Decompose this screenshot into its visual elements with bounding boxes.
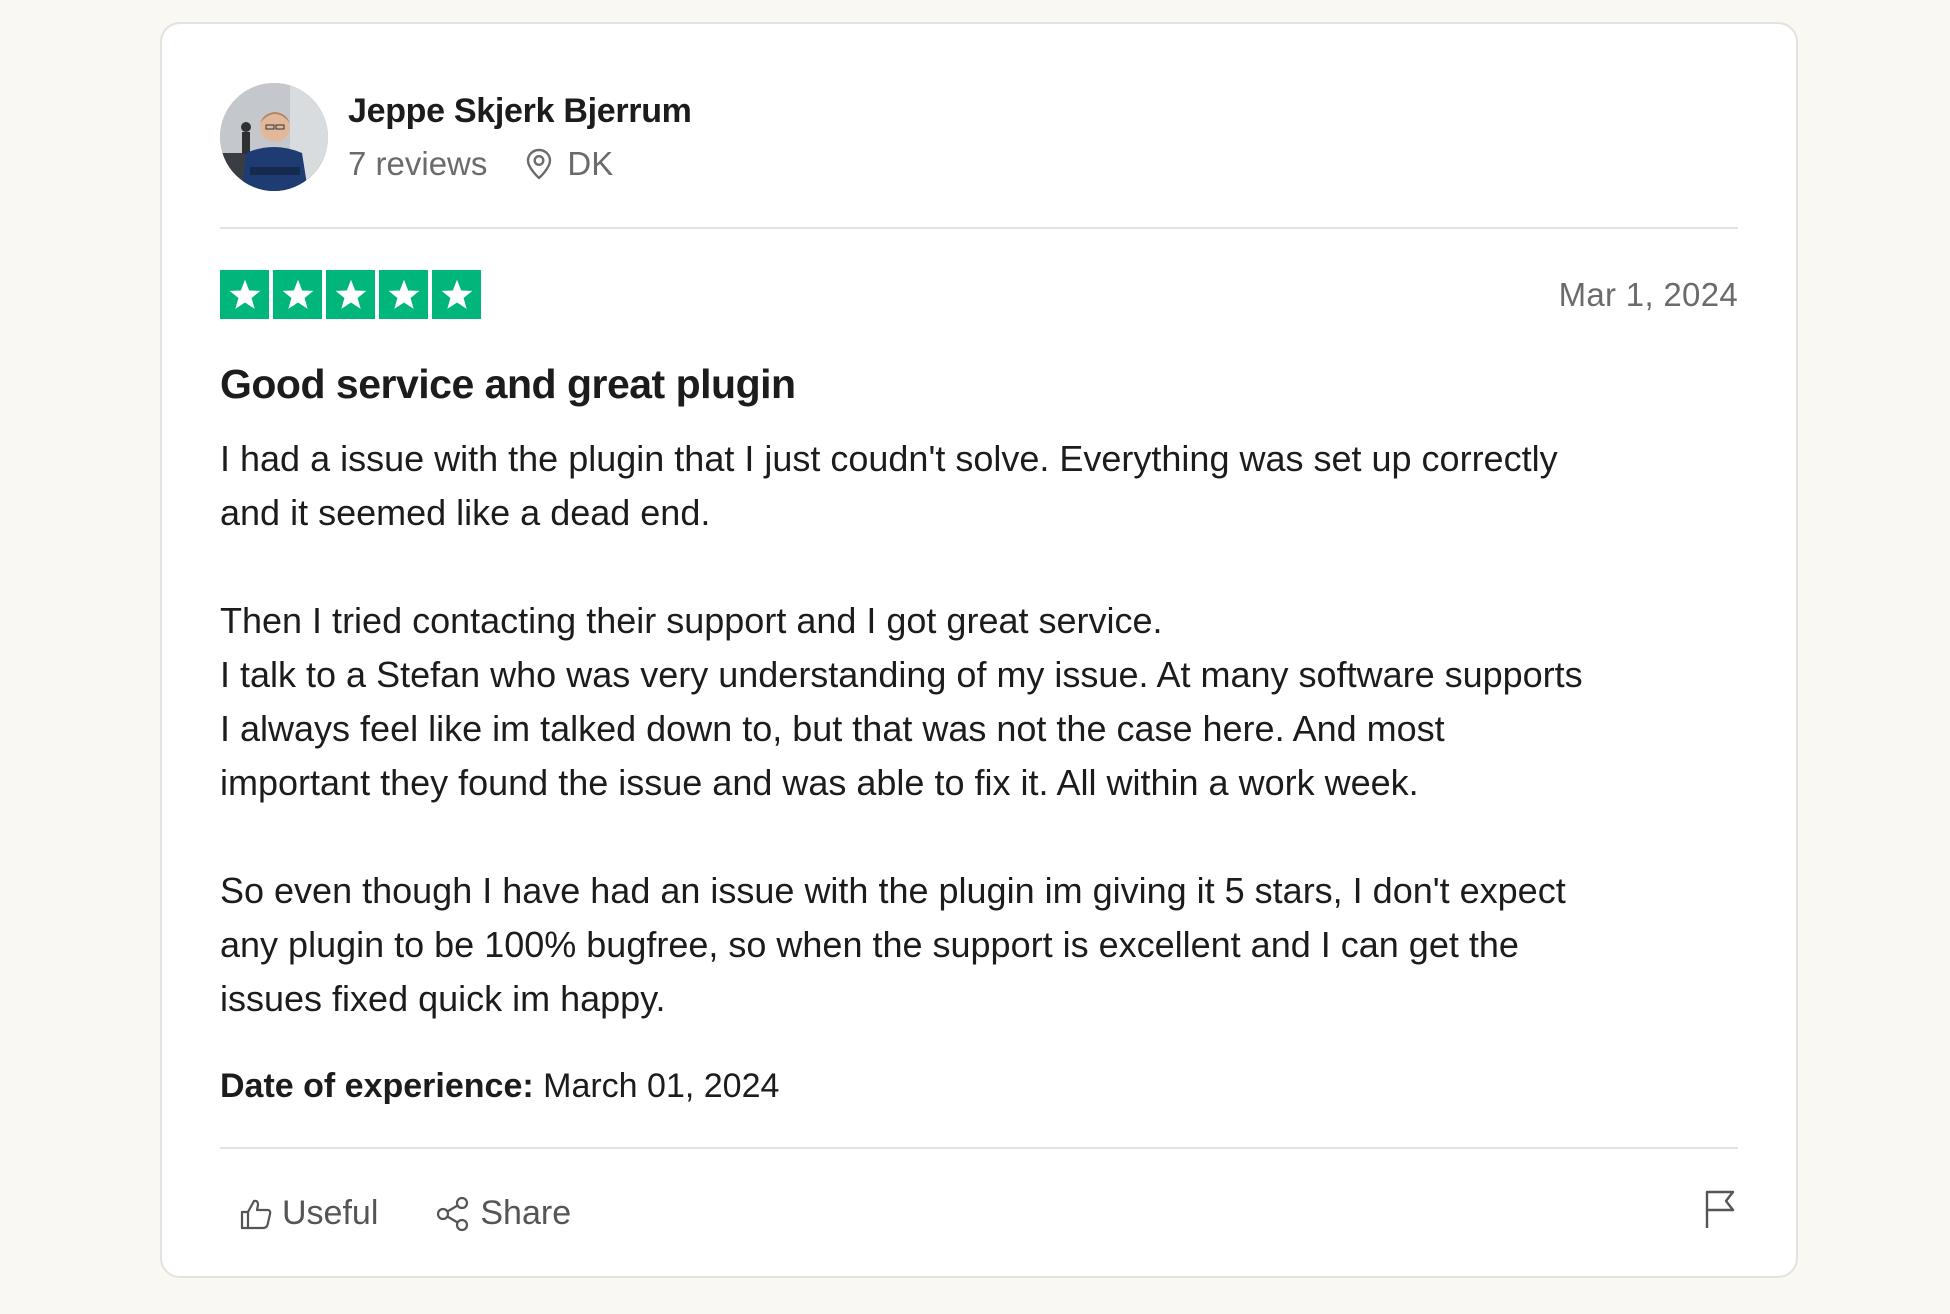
review-card: Jeppe Skjerk Bjerrum 7 reviews DK Mar 1,…: [160, 22, 1798, 1278]
reviewer-header: Jeppe Skjerk Bjerrum 7 reviews DK: [220, 82, 692, 192]
review-body: I had a issue with the plugin that I jus…: [220, 432, 1750, 1026]
star-icon: [379, 270, 428, 319]
reviewer-avatar[interactable]: [220, 83, 328, 191]
review-paragraph: Then I tried contacting their support an…: [220, 600, 1583, 803]
useful-label: Useful: [282, 1194, 379, 1232]
reviewer-reviews-count: 7 reviews: [348, 145, 488, 182]
share-label: Share: [480, 1194, 572, 1232]
share-button[interactable]: Share: [434, 1194, 571, 1233]
flag-icon: [1702, 1190, 1738, 1234]
date-of-experience: Date of experience: March 01, 2024: [220, 1067, 779, 1106]
reviewer-meta: Jeppe Skjerk Bjerrum 7 reviews DK: [348, 91, 692, 183]
header-divider: [220, 227, 1738, 229]
share-icon: [434, 1195, 472, 1233]
thumbs-up-icon: [238, 1196, 274, 1232]
star-icon: [432, 270, 481, 319]
location-pin-icon: [525, 148, 553, 180]
footer-divider: [220, 1147, 1738, 1149]
report-flag-button[interactable]: [1702, 1188, 1738, 1235]
reviewer-stats: 7 reviews DK: [348, 145, 692, 183]
star-rating: [220, 270, 481, 319]
experience-label: Date of experience:: [220, 1067, 534, 1105]
star-icon: [326, 270, 375, 319]
reviewer-name[interactable]: Jeppe Skjerk Bjerrum: [348, 91, 692, 131]
review-title: Good service and great plugin: [220, 361, 796, 407]
review-paragraph: I had a issue with the plugin that I jus…: [220, 438, 1558, 533]
review-date: Mar 1, 2024: [1558, 276, 1738, 313]
reviewer-country: DK: [567, 145, 614, 182]
star-icon: [220, 270, 269, 319]
star-icon: [273, 270, 322, 319]
experience-date: March 01, 2024: [543, 1067, 780, 1105]
review-actions: Useful Share: [238, 1194, 571, 1233]
useful-button[interactable]: Useful: [238, 1194, 378, 1233]
review-paragraph: So even though I have had an issue with …: [220, 870, 1566, 1019]
